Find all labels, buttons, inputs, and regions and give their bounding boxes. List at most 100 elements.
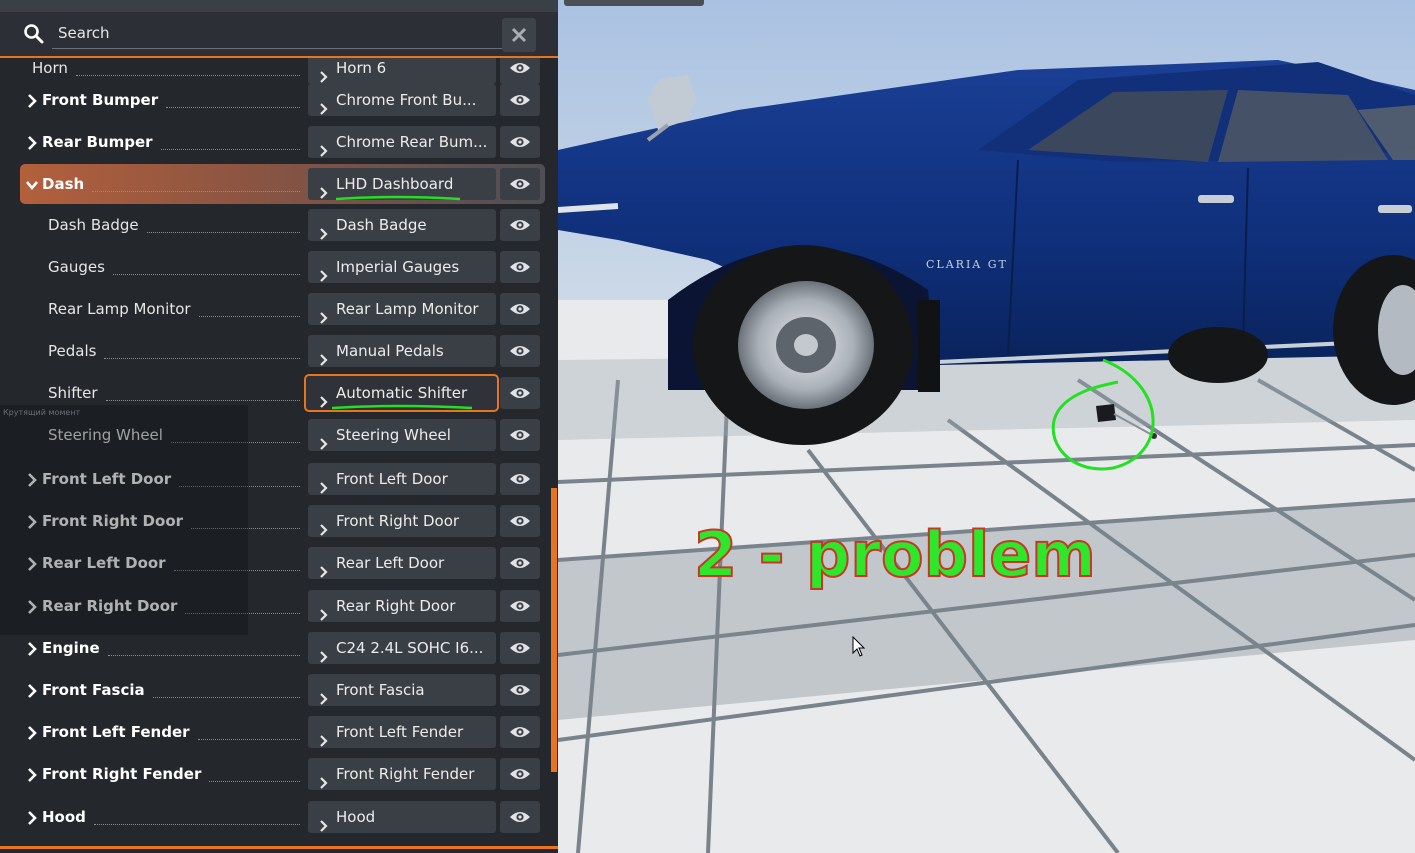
visibility-toggle[interactable] <box>500 419 540 451</box>
part-selector[interactable]: Front Left Fender <box>308 716 496 748</box>
chevron-right-icon[interactable] <box>26 641 38 656</box>
visibility-toggle[interactable] <box>500 293 540 325</box>
leader-dots <box>209 781 300 782</box>
eye-icon <box>510 727 530 737</box>
eye-icon <box>510 220 530 230</box>
chevron-right-icon <box>320 642 328 664</box>
visibility-toggle[interactable] <box>500 758 540 790</box>
visibility-toggle[interactable] <box>500 505 540 537</box>
leader-dots <box>153 697 300 698</box>
eye-icon <box>510 558 530 568</box>
part-selector[interactable]: Rear Left Door <box>308 547 496 579</box>
scrollbar-thumb[interactable] <box>551 488 557 772</box>
part-name: Pedals <box>48 342 97 360</box>
visibility-toggle[interactable] <box>500 590 540 622</box>
clear-search-button[interactable] <box>502 18 536 52</box>
visibility-toggle[interactable] <box>500 377 540 409</box>
visibility-toggle[interactable] <box>500 251 540 283</box>
chevron-down-icon[interactable] <box>26 177 38 191</box>
search-bar <box>0 12 558 58</box>
leader-dots <box>92 191 300 192</box>
chevron-right-icon <box>320 136 328 158</box>
part-selector[interactable]: Imperial Gauges <box>308 251 496 283</box>
part-row-dash-badge[interactable]: Dash Badge Dash Badge <box>20 205 545 245</box>
part-selector[interactable]: Front Right Fender <box>308 758 496 790</box>
part-name: Front Bumper <box>42 91 159 109</box>
part-name: Rear Lamp Monitor <box>48 300 191 318</box>
part-selector-value: Dash Badge <box>336 216 427 234</box>
visibility-toggle[interactable] <box>500 126 540 158</box>
panel-bottom-border <box>0 846 558 849</box>
part-selector[interactable]: Automatic Shifter <box>304 374 499 412</box>
visibility-toggle[interactable] <box>500 632 540 664</box>
part-selector[interactable]: Front Right Door <box>308 505 496 537</box>
chevron-right-icon <box>320 684 328 706</box>
part-row-hood[interactable]: Hood Hood <box>20 797 545 837</box>
leader-dots <box>94 824 300 825</box>
part-selector[interactable]: Rear Right Door <box>308 590 496 622</box>
visibility-toggle[interactable] <box>500 547 540 579</box>
eye-icon <box>510 95 530 105</box>
visibility-toggle[interactable] <box>500 674 540 706</box>
part-selector[interactable]: Steering Wheel <box>308 419 496 451</box>
chevron-right-icon <box>320 261 328 283</box>
chevron-right-icon <box>320 515 328 537</box>
ghost-overlay <box>0 405 248 635</box>
part-selector[interactable]: Hood <box>308 801 496 833</box>
chevron-right-icon <box>320 303 328 325</box>
part-row-rear-lamp-monitor[interactable]: Rear Lamp Monitor Rear Lamp Monitor <box>20 289 545 329</box>
part-name: Front Left Fender <box>42 723 190 741</box>
chevron-right-icon[interactable] <box>26 725 38 740</box>
part-selector-value: Steering Wheel <box>336 426 451 444</box>
chevron-right-icon[interactable] <box>26 135 38 150</box>
visibility-toggle[interactable] <box>500 209 540 241</box>
part-selector-value: Front Right Fender <box>336 765 475 783</box>
eye-icon <box>510 516 530 526</box>
part-row-pedals[interactable]: Pedals Manual Pedals <box>20 331 545 371</box>
leader-dots <box>147 232 300 233</box>
panel-top-strip <box>0 0 558 12</box>
chevron-right-icon[interactable] <box>26 810 38 825</box>
leader-dots <box>161 149 300 150</box>
parts-config-panel: HornHorn 6Front BumperChrome Front Bu...… <box>0 0 558 853</box>
part-row-front-bumper[interactable]: Front Bumper Chrome Front Bu... <box>20 80 545 120</box>
part-selector[interactable]: Front Left Door <box>308 463 496 495</box>
visibility-toggle[interactable] <box>500 84 540 116</box>
scene-top-handle <box>564 0 704 6</box>
search-input[interactable] <box>52 18 502 49</box>
eye-icon <box>510 430 530 440</box>
part-name: Front Fascia <box>42 681 145 699</box>
chevron-right-icon <box>320 811 328 833</box>
visibility-toggle[interactable] <box>500 168 540 200</box>
part-row-rear-bumper[interactable]: Rear Bumper Chrome Rear Bum... <box>20 122 545 162</box>
part-row-front-left-fender[interactable]: Front Left Fender Front Left Fender <box>20 712 545 752</box>
chevron-right-icon <box>320 557 328 579</box>
part-name: Gauges <box>48 258 105 276</box>
leader-dots <box>104 358 300 359</box>
part-selector[interactable]: Dash Badge <box>308 209 496 241</box>
part-row-front-fascia[interactable]: Front Fascia Front Fascia <box>20 670 545 710</box>
part-selector[interactable]: LHD Dashboard <box>308 168 496 200</box>
viewport-3d[interactable]: CLARIA GT 2 - problem <box>558 0 1415 853</box>
visibility-toggle[interactable] <box>500 463 540 495</box>
part-selector[interactable]: Front Fascia <box>308 674 496 706</box>
visibility-toggle[interactable] <box>500 801 540 833</box>
part-row-gauges[interactable]: Gauges Imperial Gauges <box>20 247 545 287</box>
chevron-right-icon[interactable] <box>26 93 38 108</box>
part-selector[interactable]: Manual Pedals <box>308 335 496 367</box>
chevron-right-icon <box>320 386 328 410</box>
chevron-right-icon[interactable] <box>26 683 38 698</box>
part-selector[interactable]: Chrome Rear Bum... <box>308 126 496 158</box>
visibility-toggle[interactable] <box>500 716 540 748</box>
part-selector[interactable]: Chrome Front Bu... <box>308 84 496 116</box>
part-row-dash[interactable]: Dash LHD Dashboard <box>20 164 545 204</box>
part-selector-value: Horn 6 <box>336 59 387 77</box>
part-selector[interactable]: Rear Lamp Monitor <box>308 293 496 325</box>
chevron-right-icon <box>320 429 328 451</box>
part-selector-value: Front Left Fender <box>336 723 464 741</box>
part-selector[interactable]: C24 2.4L SOHC I6... <box>308 632 496 664</box>
part-selector-value: Chrome Rear Bum... <box>336 133 488 151</box>
chevron-right-icon[interactable] <box>26 767 38 782</box>
visibility-toggle[interactable] <box>500 335 540 367</box>
part-row-front-right-fender[interactable]: Front Right Fender Front Right Fender <box>20 754 545 794</box>
